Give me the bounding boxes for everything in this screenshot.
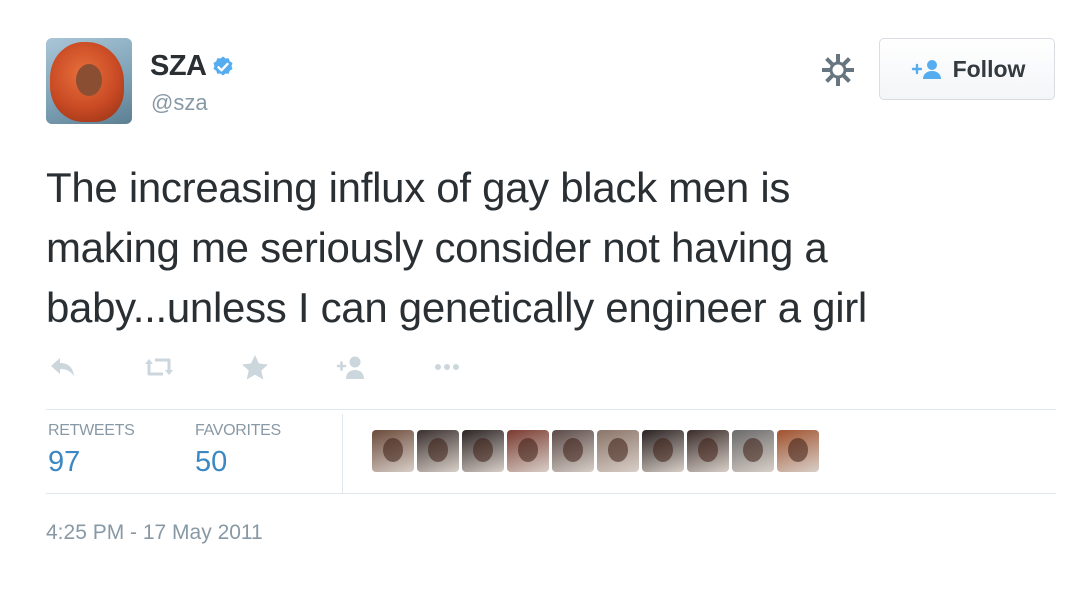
follow-button[interactable]: Follow [879, 38, 1055, 100]
favoriter-avatar[interactable] [507, 430, 549, 472]
profile-avatar[interactable] [46, 38, 132, 124]
stats-separator [342, 414, 343, 494]
tweet-text-line: baby...unless I can genetically engineer… [46, 284, 867, 331]
name-row: SZA [150, 50, 235, 83]
favoriter-avatar[interactable] [732, 430, 774, 472]
gear-icon[interactable] [822, 54, 854, 86]
favoriter-avatar[interactable] [462, 430, 504, 472]
favoriter-avatar[interactable] [372, 430, 414, 472]
tweet-text: The increasing influx of gay black men i… [46, 158, 1056, 338]
tweet-actions [48, 354, 528, 380]
retweets-count: 97 [48, 446, 81, 478]
retweets-label: RETWEETS [48, 422, 135, 439]
reply-icon[interactable] [48, 354, 78, 380]
favoriter-avatar[interactable] [777, 430, 819, 472]
display-name[interactable]: SZA [150, 50, 207, 83]
favoriter-avatar[interactable] [687, 430, 729, 472]
tweet-stats: RETWEETS 97 FAVORITES 50 [46, 410, 1056, 494]
favoriter-avatar[interactable] [597, 430, 639, 472]
follow-label: Follow [952, 55, 1026, 82]
tweet-text-line: making me seriously consider not having … [46, 224, 828, 271]
more-icon[interactable] [432, 354, 462, 380]
avatar-face [76, 64, 102, 96]
tweet-timestamp[interactable]: 4:25 PM - 17 May 2011 [46, 521, 263, 545]
favoriter-avatar[interactable] [552, 430, 594, 472]
favoriter-avatars [372, 430, 822, 472]
retweets-stat[interactable]: RETWEETS 97 [48, 422, 135, 479]
user-handle[interactable]: @sza [151, 90, 208, 116]
divider [46, 493, 1056, 494]
verified-badge-icon [213, 56, 232, 75]
tweet-text-line: The increasing influx of gay black men i… [46, 164, 791, 211]
follow-icon[interactable] [336, 354, 366, 380]
favoriter-avatar[interactable] [642, 430, 684, 472]
add-user-icon [911, 60, 941, 79]
retweet-icon[interactable] [144, 354, 174, 380]
favorite-icon[interactable] [240, 354, 270, 380]
favorites-label: FAVORITES [195, 422, 281, 439]
favoriter-avatar[interactable] [417, 430, 459, 472]
favorites-stat[interactable]: FAVORITES 50 [195, 422, 281, 479]
favorites-count: 50 [195, 446, 228, 478]
